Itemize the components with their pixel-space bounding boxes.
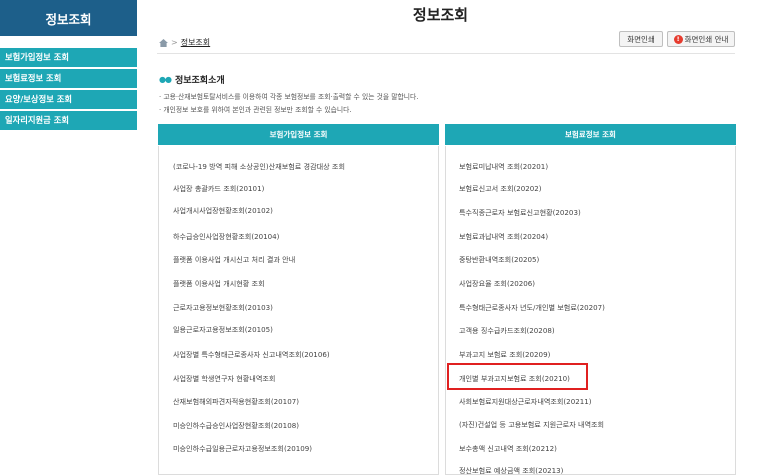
list-item[interactable]: 산재보험해외파견자적용현황조회(20107)	[173, 397, 299, 407]
list-item[interactable]: 사업장요율 조회(20206)	[459, 279, 535, 289]
list-item-selected[interactable]: 개인별 부과고지보험료 조회(20210)	[459, 374, 570, 384]
chevron-right-icon: >	[171, 38, 178, 47]
list-item[interactable]: 사업장별 학생연구자 현황내역조회	[173, 374, 275, 384]
list-item[interactable]: 고객용 징수급카드조회(20208)	[459, 326, 555, 336]
list-item[interactable]: 특수형태근로종사자 년도/개인별 보험료(20207)	[459, 303, 605, 313]
divider	[157, 53, 735, 54]
list-item[interactable]: 중탕반환내역조회(20205)	[459, 255, 539, 265]
sidebar-item-care-compensation[interactable]: 요양/보상정보 조회	[0, 90, 137, 109]
print-button[interactable]: 화면인쇄	[619, 31, 663, 47]
sidebar: 정보조회 보험가입정보 조회 보험료정보 조회 요양/보상정보 조회 일자리지원…	[0, 0, 137, 475]
breadcrumb-current[interactable]: 정보조회	[181, 37, 210, 48]
list-item[interactable]: 보험료신고서 조회(20202)	[459, 184, 542, 194]
page-title: 정보조회	[412, 6, 469, 24]
sidebar-item-premium-info[interactable]: 보험료정보 조회	[0, 69, 137, 88]
list-item[interactable]: 정산보험료 예상금액 조회(20213)	[459, 466, 563, 474]
warning-icon: !	[673, 34, 683, 44]
list-item[interactable]: 보수총액 신고내역 조회(20212)	[459, 444, 557, 454]
intro-line-1: · 고용·산재보험토탈서비스를 이용하여 각종 보험정보를 조회·출력할 수 있…	[159, 93, 419, 101]
list-item[interactable]: 미승인하수급승인사업장현황조회(20108)	[173, 421, 299, 431]
premium-info-header: 보험료정보 조회	[445, 124, 736, 145]
breadcrumb: > 정보조회	[159, 37, 210, 48]
list-item[interactable]: 보험료과납내역 조회(20204)	[459, 232, 548, 242]
list-item[interactable]: 플랫폼 이용사업 개시현황 조회	[173, 279, 265, 289]
intro-line-2: · 개인정보 보호를 위하여 본인과 관련된 정보만 조회할 수 있습니다.	[159, 106, 352, 114]
list-item[interactable]: 부과고지 보험료 조회(20209)	[459, 350, 550, 360]
list-item[interactable]: 특수직종근로자 보험료신고현황(20203)	[459, 208, 581, 218]
list-item[interactable]: 사업개시사업장현황조회(20102)	[173, 206, 273, 216]
list-item[interactable]: 사업장별 특수형태근로종사자 신고내역조회(20106)	[173, 350, 330, 360]
list-item[interactable]: 근로자고용정보현황조회(20103)	[173, 303, 273, 313]
sidebar-item-insurance-subscription[interactable]: 보험가입정보 조회	[0, 48, 137, 67]
sidebar-item-job-subsidy[interactable]: 일자리지원금 조회	[0, 111, 137, 130]
insurance-info-list: (코로나-19 방역 피해 소상공인)산재보험료 경감대상 조회 사업장 총괄카…	[158, 146, 439, 475]
list-item[interactable]: 보험료미납내역 조회(20201)	[459, 162, 548, 172]
sidebar-title: 정보조회	[0, 0, 137, 36]
insurance-info-header: 보험가입정보 조회	[158, 124, 439, 145]
bullet-dots-icon: ●●	[159, 75, 172, 84]
list-item[interactable]: 미승인하수급일용근로자고용정보조회(20109)	[173, 444, 312, 454]
premium-info-list: 보험료미납내역 조회(20201) 보험료신고서 조회(20202) 특수직종근…	[445, 146, 736, 475]
list-item[interactable]: (자진)건설업 등 고용보험료 지원근로자 내역조회	[459, 420, 604, 430]
home-icon[interactable]	[159, 38, 168, 47]
print-guide-label: 화면인쇄 안내	[684, 34, 729, 44]
list-item[interactable]: 플랫폼 이용사업 개시신고 처리 결과 안내	[173, 255, 295, 265]
print-guide-button[interactable]: ! 화면인쇄 안내	[667, 31, 735, 47]
intro-heading: ●● 정보조회소개	[159, 73, 225, 86]
list-item[interactable]: 일용근로자고용정보조회(20105)	[173, 325, 273, 335]
list-item[interactable]: (코로나-19 방역 피해 소상공인)산재보험료 경감대상 조회	[173, 162, 345, 172]
list-item[interactable]: 사업장 총괄카드 조회(20101)	[173, 184, 264, 194]
list-item[interactable]: 사회보험료지원대상근로자내역조회(20211)	[459, 397, 592, 407]
list-item[interactable]: 하수급승인사업장현황조회(20104)	[173, 232, 279, 242]
intro-title: 정보조회소개	[174, 76, 225, 86]
